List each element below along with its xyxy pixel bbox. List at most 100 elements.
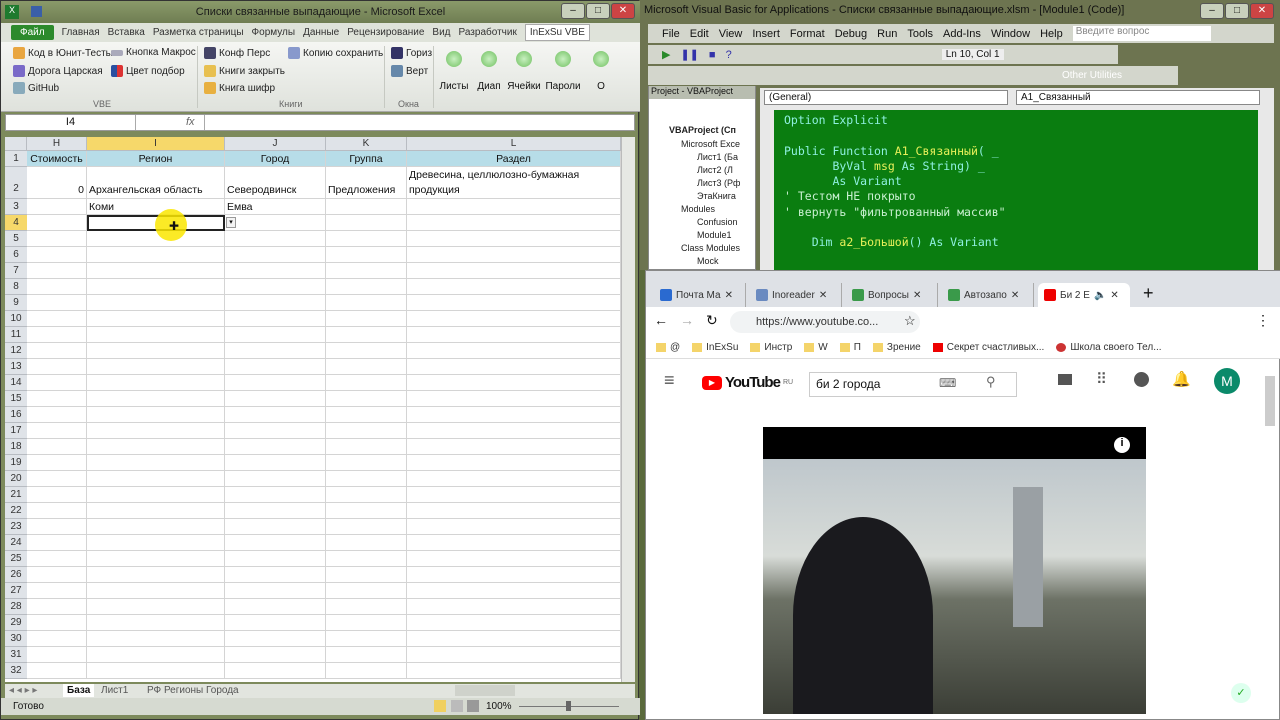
spreadsheet-grid[interactable]: H I J K L 1 Стоимость Регион Город Группа Раздел 2 0…	[5, 137, 621, 682]
cell-H23[interactable]	[27, 519, 87, 535]
cell-I32[interactable]	[87, 663, 225, 679]
cell-K2[interactable]: Предложения	[326, 167, 407, 199]
cell-J12[interactable]	[225, 343, 326, 359]
cell-I24[interactable]	[87, 535, 225, 551]
cell-H11[interactable]	[27, 327, 87, 343]
cell-K9[interactable]	[326, 295, 407, 311]
speaker-icon[interactable]: 🔈	[1094, 290, 1106, 301]
tab-insert[interactable]: Вставка	[108, 27, 145, 38]
cell-K12[interactable]	[326, 343, 407, 359]
youtube-logo[interactable]: ▶ YouTube RU	[702, 374, 793, 391]
fx-button[interactable]: fx	[186, 116, 195, 128]
conf-pers-button[interactable]: Конф Перс	[204, 47, 270, 59]
encrypt-book-button[interactable]: Книга шифр	[204, 82, 275, 94]
bookmark[interactable]: Секрет счастливых...	[932, 342, 1044, 353]
tab-view[interactable]: Вид	[432, 27, 450, 38]
row-header[interactable]: 6	[5, 247, 27, 263]
cell-H25[interactable]	[27, 551, 87, 567]
passwords-menu-button[interactable]: Пароли	[545, 47, 581, 105]
cell-I10[interactable]	[87, 311, 225, 327]
menu-edit[interactable]: Edit	[690, 28, 709, 40]
unit-tests-button[interactable]: Код в Юнит-Тесты	[13, 47, 113, 59]
cell-I22[interactable]	[87, 503, 225, 519]
tree-item[interactable]: Module1	[697, 230, 732, 240]
column-header-J[interactable]: J	[225, 137, 326, 151]
cell-K18[interactable]	[326, 439, 407, 455]
cell-I13[interactable]	[87, 359, 225, 375]
cell-H27[interactable]	[27, 583, 87, 599]
cell-H18[interactable]	[27, 439, 87, 455]
cell-L14[interactable]	[407, 375, 621, 391]
cell-J28[interactable]	[225, 599, 326, 615]
tab-page-layout[interactable]: Разметка страницы	[153, 27, 244, 38]
tree-item[interactable]: Лист3 (Рф	[697, 178, 740, 188]
row-header[interactable]: 28	[5, 599, 27, 615]
close-tab-icon[interactable]: ✕	[725, 290, 733, 301]
zoom-thumb[interactable]	[566, 701, 571, 711]
normal-view-icon[interactable]	[434, 700, 446, 712]
tree-item[interactable]: Лист1 (Ба	[697, 152, 738, 162]
bookmark[interactable]: Школа своего Тел...	[1056, 342, 1162, 353]
cell-K3[interactable]	[326, 199, 407, 215]
row-header[interactable]: 24	[5, 535, 27, 551]
tree-item[interactable]: Microsoft Exce	[681, 139, 740, 149]
dropdown-arrow-button[interactable]: ▾	[226, 217, 236, 228]
tab-file[interactable]: Файл	[11, 25, 54, 40]
cell-I31[interactable]	[87, 647, 225, 663]
cell-J26[interactable]	[225, 567, 326, 583]
cell-K5[interactable]	[326, 231, 407, 247]
bookmark[interactable]: Инстр	[750, 342, 792, 353]
cell-H21[interactable]	[27, 487, 87, 503]
cells-menu-button[interactable]: Ячейки	[506, 47, 542, 105]
row-header[interactable]: 29	[5, 615, 27, 631]
row-header[interactable]: 20	[5, 471, 27, 487]
cell-K7[interactable]	[326, 263, 407, 279]
select-all-corner[interactable]	[5, 137, 27, 151]
row-header[interactable]: 26	[5, 567, 27, 583]
menu-format[interactable]: Format	[790, 28, 825, 40]
cell-J25[interactable]	[225, 551, 326, 567]
row-header[interactable]: 8	[5, 279, 27, 295]
cell-L27[interactable]	[407, 583, 621, 599]
code-editor[interactable]: Option Explicit Public Function A1_Связа…	[774, 110, 1258, 270]
help-icon[interactable]: ?	[726, 49, 732, 61]
cell-K22[interactable]	[326, 503, 407, 519]
cell-L11[interactable]	[407, 327, 621, 343]
tab-inoreader[interactable]: Inoreader ✕	[750, 283, 842, 307]
row-header[interactable]: 11	[5, 327, 27, 343]
cell-L10[interactable]	[407, 311, 621, 327]
chrome-menu-icon[interactable]: ⋮	[1256, 312, 1270, 329]
cell-K17[interactable]	[326, 423, 407, 439]
cell-L5[interactable]	[407, 231, 621, 247]
row-header[interactable]: 7	[5, 263, 27, 279]
menu-window[interactable]: Window	[991, 28, 1030, 40]
tree-item[interactable]: Mock	[697, 256, 719, 266]
row-header[interactable]: 15	[5, 391, 27, 407]
cell-J1[interactable]: Город	[225, 151, 326, 167]
github-button[interactable]: GitHub	[13, 82, 59, 94]
bookmark[interactable]: П	[839, 342, 861, 353]
row-header[interactable]: 27	[5, 583, 27, 599]
cell-L30[interactable]	[407, 631, 621, 647]
cell-J10[interactable]	[225, 311, 326, 327]
cell-L7[interactable]	[407, 263, 621, 279]
cell-L22[interactable]	[407, 503, 621, 519]
run-icon[interactable]: ▶	[662, 48, 670, 61]
close-books-button[interactable]: Книги закрыть	[204, 65, 285, 77]
cell-H2[interactable]: 0	[27, 167, 87, 199]
row-header[interactable]: 22	[5, 503, 27, 519]
shield-icon[interactable]: ✓	[1231, 683, 1251, 703]
maximize-button[interactable]: □	[586, 3, 610, 19]
page-layout-icon[interactable]	[451, 700, 463, 712]
cell-L8[interactable]	[407, 279, 621, 295]
vba-maximize-button[interactable]: □	[1225, 3, 1249, 19]
tree-item[interactable]: Class Modules	[681, 243, 740, 253]
bookmark-star-icon[interactable]: ☆	[904, 313, 916, 329]
cell-I2[interactable]: Архангельская область	[87, 167, 225, 199]
tab-autofill[interactable]: Автозапо ✕	[942, 283, 1034, 307]
row-header[interactable]: 12	[5, 343, 27, 359]
cell-K14[interactable]	[326, 375, 407, 391]
tab-data[interactable]: Данные	[303, 27, 339, 38]
cell-K6[interactable]	[326, 247, 407, 263]
row-header[interactable]: 31	[5, 647, 27, 663]
